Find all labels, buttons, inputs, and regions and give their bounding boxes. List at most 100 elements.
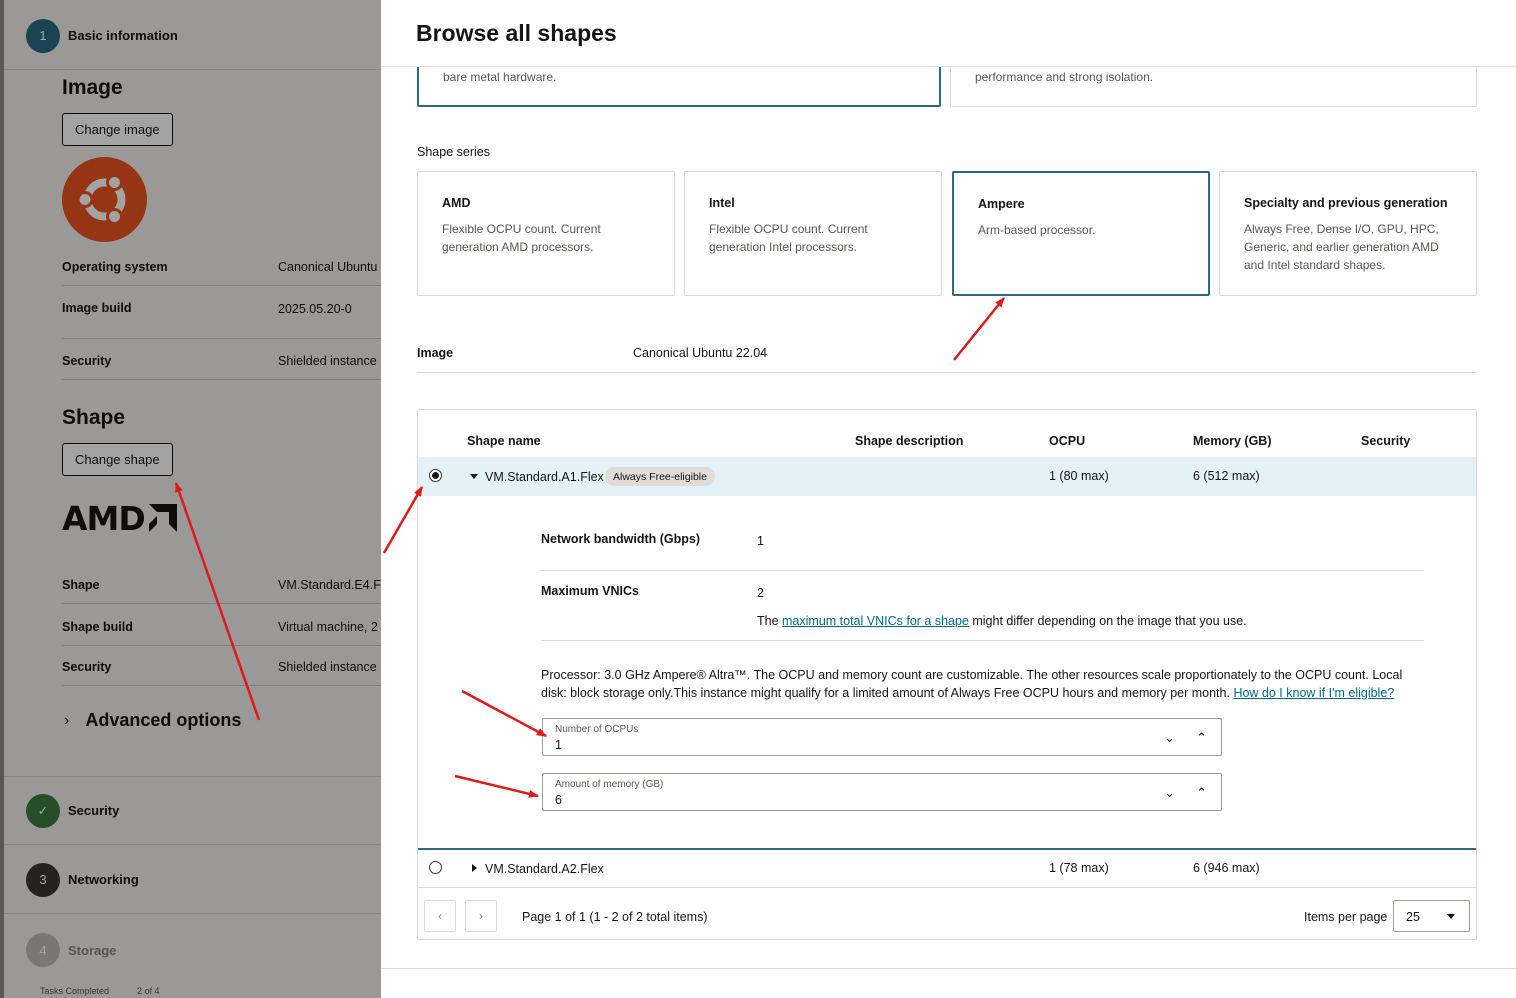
memory-value: 6 (946 max) — [1193, 861, 1260, 875]
row-radio[interactable] — [429, 861, 442, 874]
change-image-button[interactable]: Change image — [62, 113, 173, 146]
divider — [541, 570, 1424, 571]
ubuntu-logo-icon — [62, 157, 147, 242]
shape-series-label: Shape series — [417, 145, 490, 159]
row-key: Security — [62, 354, 112, 368]
image-section-title: Image — [62, 76, 123, 99]
vnics-note: The maximum total VNICs for a shape migh… — [757, 614, 1247, 628]
series-card-amd[interactable]: AMD Flexible OCPU count. Current generat… — [417, 171, 675, 296]
column-header-ocpu[interactable]: OCPU — [1049, 434, 1085, 448]
eligibility-link[interactable]: How do I know if I'm eligible? — [1233, 686, 1394, 700]
caret-down-icon[interactable] — [470, 474, 478, 479]
bandwidth-value: 1 — [757, 534, 764, 548]
tasks-completed-label: Tasks Completed — [40, 986, 110, 996]
chevron-down-icon[interactable]: ⌄ — [1164, 785, 1175, 801]
image-build-row: Image build 2025.05.20-0 — [62, 287, 381, 339]
chevron-up-icon[interactable]: ⌃ — [1196, 785, 1207, 801]
row-value: Shielded instance — [278, 354, 377, 368]
series-card-specialty[interactable]: Specialty and previous generation Always… — [1219, 171, 1477, 296]
items-per-page-value: 25 — [1406, 910, 1420, 924]
card-title: AMD — [442, 196, 471, 210]
footer-divider — [381, 968, 1516, 969]
chevron-up-icon[interactable]: ⌃ — [1196, 730, 1207, 746]
divider — [541, 640, 1424, 641]
memory-input[interactable]: 6 — [555, 793, 562, 807]
chevron-down-icon[interactable]: ⌄ — [1164, 730, 1175, 746]
shape-name: VM.Standard.A2.Flex — [485, 862, 604, 876]
memory-value: 6 (512 max) — [1193, 469, 1260, 483]
column-header-memory[interactable]: Memory (GB) — [1193, 434, 1271, 448]
step-label: Basic information — [68, 28, 178, 43]
ocpu-input[interactable]: 1 — [555, 738, 562, 752]
shapes-table: Shape name Shape description OCPU Memory… — [417, 409, 1477, 940]
series-card-ampere[interactable]: Ampere Arm-based processor. — [952, 171, 1210, 296]
previous-page-button[interactable]: ‹ — [424, 900, 456, 932]
title-divider — [381, 66, 1516, 67]
card-title: Intel — [709, 196, 735, 210]
vnics-note-prefix: The — [757, 614, 783, 628]
advanced-options-toggle[interactable]: › Advanced options — [64, 710, 241, 731]
checkmark-icon: ✓ — [26, 793, 60, 828]
change-shape-button[interactable]: Change shape — [62, 443, 173, 476]
card-description: performance and strong isolation. — [975, 70, 1154, 84]
stepper-label: Amount of memory (GB) — [555, 779, 664, 790]
advanced-options-label: Advanced options — [85, 710, 242, 730]
amd-logo: AMD — [62, 498, 179, 538]
wizard-step-security[interactable]: ✓ Security — [4, 777, 381, 845]
always-free-badge: Always Free-eligible — [605, 467, 715, 486]
column-header-shape-name[interactable]: Shape name — [467, 434, 541, 448]
card-description: Flexible OCPU count. Current generation … — [442, 222, 601, 254]
caret-right-icon[interactable] — [472, 864, 477, 872]
items-per-page-label: Items per page — [1304, 910, 1388, 924]
shape-name: VM.Standard.A1.Flex — [485, 470, 604, 484]
divider — [417, 372, 1477, 373]
step-number-badge: 3 — [26, 862, 60, 897]
wizard-step-storage[interactable]: 4 Storage — [4, 916, 381, 984]
row-key: Security — [62, 660, 112, 674]
table-row[interactable]: VM.Standard.A1.Flex Always Free-eligible… — [418, 457, 1476, 496]
vnics-key: Maximum VNICs — [541, 584, 639, 598]
amd-logo-text: AMD — [62, 498, 146, 538]
panel-title: Browse all shapes — [416, 20, 617, 46]
memory-amount-stepper[interactable]: Amount of memory (GB) 6 ⌄ ⌃ — [542, 773, 1222, 811]
image-value: Canonical Ubuntu 22.04 — [633, 346, 768, 360]
chevron-right-icon: › — [64, 711, 70, 729]
step-number-badge: 4 — [26, 933, 60, 967]
items-per-page-select[interactable]: 25 — [1393, 900, 1470, 932]
ocpu-value: 1 (78 max) — [1049, 861, 1109, 875]
ocpu-value: 1 (80 max) — [1049, 469, 1109, 483]
stepper-label: Number of OCPUs — [555, 724, 639, 735]
image-security-row: Security Shielded instance — [62, 340, 381, 380]
max-vnics-link[interactable]: maximum total VNICs for a shape — [782, 614, 969, 628]
shape-section-title: Shape — [62, 406, 126, 429]
card-title: Specialty and previous generation — [1244, 196, 1448, 210]
step-label: Networking — [68, 872, 139, 887]
shape-row: Shape VM.Standard.E4.Fle — [62, 564, 381, 604]
image-label: Image — [417, 346, 454, 360]
column-header-security[interactable]: Security — [1361, 434, 1410, 448]
row-key: Shape build — [62, 620, 133, 634]
bandwidth-key: Network bandwidth (Gbps) — [541, 532, 701, 546]
series-card-intel[interactable]: Intel Flexible OCPU count. Current gener… — [684, 171, 942, 296]
row-key: Image build — [62, 301, 132, 315]
caret-down-icon — [1447, 914, 1455, 919]
wizard-step-basic-information[interactable]: 1 Basic information — [4, 2, 381, 70]
row-value: 2025.05.20-0 — [278, 302, 352, 316]
wizard-step-networking[interactable]: 3 Networking — [4, 846, 381, 914]
next-page-button[interactable]: › — [465, 900, 497, 932]
table-row[interactable]: VM.Standard.A2.Flex 1 (78 max) 6 (946 ma… — [418, 850, 1476, 888]
row-value: Canonical Ubuntu 2 — [278, 260, 381, 274]
row-key: Operating system — [62, 260, 168, 274]
shape-build-row: Shape build Virtual machine, 2 c — [62, 606, 381, 646]
row-radio-selected[interactable] — [429, 469, 442, 482]
card-description: Arm-based processor. — [978, 223, 1096, 237]
tasks-completed-count: 2 of 4 — [137, 986, 160, 996]
step-label: Security — [68, 803, 120, 818]
column-header-shape-description[interactable]: Shape description — [855, 434, 963, 448]
card-description: Flexible OCPU count. Current generation … — [709, 222, 868, 254]
ocpu-count-stepper[interactable]: Number of OCPUs 1 ⌄ ⌃ — [542, 718, 1222, 756]
processor-description: Processor: 3.0 GHz Ampere® Altra™. The O… — [541, 666, 1431, 702]
row-value: Virtual machine, 2 c — [278, 620, 381, 634]
row-key: Shape — [62, 578, 100, 592]
create-instance-wizard: 1 Basic information Image Change image O… — [0, 0, 381, 998]
